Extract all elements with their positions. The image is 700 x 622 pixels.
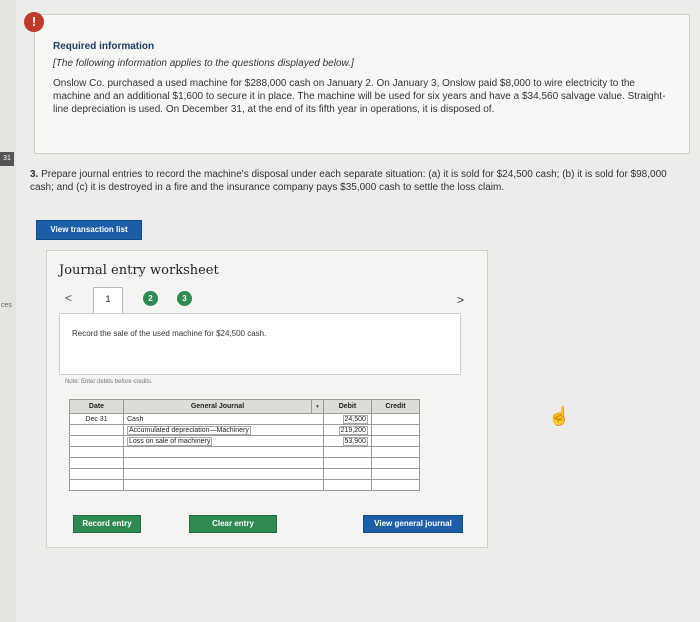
table-row	[69, 446, 420, 458]
date-cell[interactable]	[69, 435, 124, 447]
date-cell[interactable]	[69, 446, 124, 458]
credit-cell[interactable]	[370, 468, 420, 480]
instruction-panel: Record the sale of the used machine for …	[59, 313, 461, 375]
pointer-cursor-icon: ☝	[548, 406, 571, 426]
date-cell[interactable]	[69, 479, 124, 491]
debit-value: 219,200	[338, 425, 368, 435]
date-cell[interactable]	[69, 457, 124, 469]
tab-2[interactable]: 2	[143, 291, 158, 306]
question-body: Prepare journal entries to record the ma…	[30, 169, 667, 193]
view-general-journal-button[interactable]: View general journal	[363, 515, 463, 533]
debit-value: 53,900	[342, 436, 368, 446]
left-margin	[0, 0, 16, 622]
view-transaction-list-button[interactable]: View transaction list	[36, 220, 142, 240]
account-name: Accumulated depreciation—Machinery	[127, 425, 251, 435]
credit-cell[interactable]	[370, 479, 420, 491]
header-debit: Debit	[322, 399, 372, 414]
account-cell[interactable]	[123, 457, 324, 469]
header-date: Date	[69, 399, 124, 414]
info-text: Onslow Co. purchased a used machine for …	[53, 78, 666, 115]
date-cell[interactable]: Dec 31	[69, 413, 124, 425]
credit-cell[interactable]	[370, 446, 420, 458]
table-row: Loss on sale of machinery 53,900	[69, 435, 420, 447]
question-text: 3. Prepare journal entries to record the…	[30, 168, 690, 194]
tab-3[interactable]: 3	[177, 291, 192, 306]
table-row	[69, 468, 420, 480]
account-cell[interactable]	[123, 479, 324, 491]
info-note: [The following information applies to th…	[53, 58, 354, 69]
worksheet-instruction: Record the sale of the used machine for …	[72, 329, 267, 338]
journal-entry-worksheet: Journal entry worksheet < 1 2 3 > Record…	[46, 250, 488, 548]
debit-cell[interactable]	[322, 468, 372, 480]
header-credit: Credit	[370, 399, 420, 414]
table-row: Dec 31 Cash 24,500	[69, 413, 420, 425]
question-number: 3.	[30, 169, 39, 180]
account-cell[interactable]: Accumulated depreciation—Machinery	[123, 424, 324, 436]
header-general-journal: General Journal	[123, 399, 312, 414]
clear-entry-button[interactable]: Clear entry	[189, 515, 277, 533]
debit-cell[interactable]: 219,200	[322, 424, 372, 436]
credit-cell[interactable]	[370, 435, 420, 447]
account-cell[interactable]: Loss on sale of machinery	[123, 435, 324, 447]
date-cell[interactable]	[69, 468, 124, 480]
debit-cell[interactable]	[322, 479, 372, 491]
debit-cell[interactable]	[322, 446, 372, 458]
debit-cell[interactable]: 24,500	[322, 413, 372, 425]
account-cell[interactable]	[123, 468, 324, 480]
debit-cell[interactable]: 53,900	[322, 435, 372, 447]
prev-arrow-icon[interactable]: <	[65, 291, 72, 305]
next-arrow-icon[interactable]: >	[457, 293, 464, 307]
exclamation-icon: !	[24, 12, 44, 32]
debit-cell[interactable]	[322, 457, 372, 469]
credit-cell[interactable]	[370, 424, 420, 436]
account-cell[interactable]: Cash	[123, 413, 324, 425]
credit-cell[interactable]	[370, 457, 420, 469]
table-row	[69, 457, 420, 469]
worksheet-note: Note: Enter debits before credits.	[65, 379, 153, 385]
table-row: Accumulated depreciation—Machinery 219,2…	[69, 424, 420, 436]
record-entry-button[interactable]: Record entry	[73, 515, 141, 533]
table-row	[69, 479, 420, 491]
tab-1[interactable]: 1	[93, 287, 123, 313]
date-cell[interactable]	[69, 424, 124, 436]
account-name: Cash	[127, 415, 144, 423]
required-information-box: Required information [The following info…	[34, 14, 690, 154]
account-name: Loss on sale of machinery	[127, 436, 213, 446]
dropdown-arrow-icon[interactable]: ▼	[311, 399, 324, 414]
worksheet-title: Journal entry worksheet	[59, 263, 219, 278]
margin-label: ces	[1, 302, 12, 309]
margin-tag: 31	[0, 152, 14, 166]
journal-table: Date General Journal ▼ Debit Credit Dec …	[69, 399, 420, 491]
debit-value: 24,500	[342, 414, 368, 424]
info-title: Required information	[53, 41, 155, 52]
account-cell[interactable]	[123, 446, 324, 458]
credit-cell[interactable]	[370, 413, 420, 425]
